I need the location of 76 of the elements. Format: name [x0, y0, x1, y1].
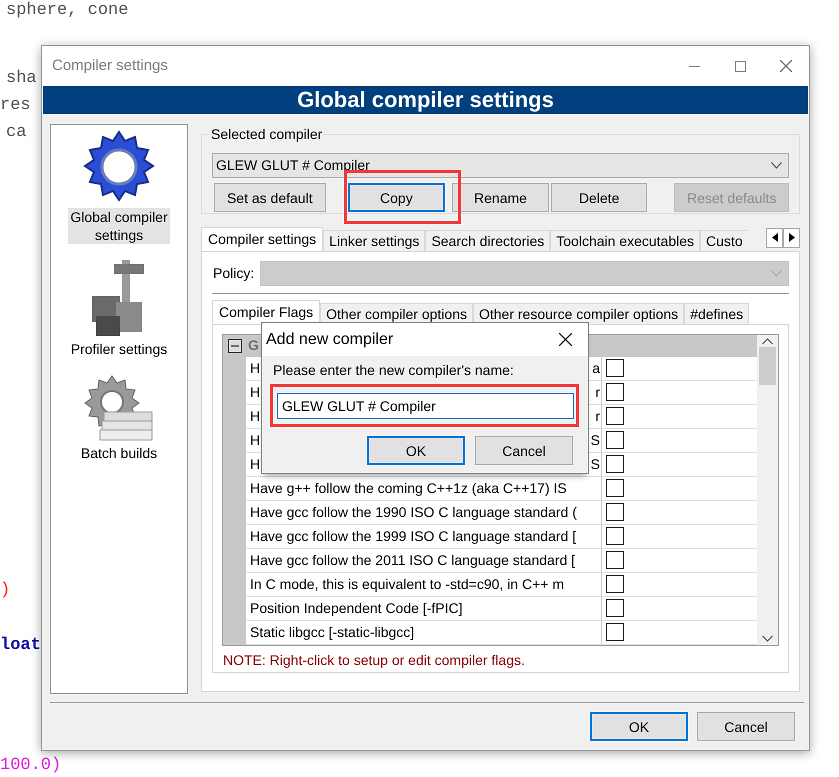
checkbox[interactable] — [606, 575, 624, 594]
chevron-icon — [771, 270, 782, 278]
flag-text: S — [590, 454, 600, 474]
dialog-button[interactable]: Cancel — [475, 436, 573, 465]
checkbox[interactable] — [606, 623, 624, 642]
checkbox[interactable] — [606, 383, 624, 402]
group-name: G — [248, 336, 259, 356]
checkbox[interactable] — [606, 599, 624, 618]
tab[interactable]: Compiler Flags — [212, 300, 320, 324]
flag-text: r — [595, 382, 600, 402]
code-text: sphere, cone — [6, 0, 128, 22]
flag-text: Have gcc follow the 1990 ISO C language standard ( — [250, 502, 577, 522]
close-icon[interactable] — [558, 333, 572, 346]
toolbar-button[interactable]: Set as default — [214, 183, 326, 212]
tab[interactable]: Other resource compiler options — [472, 302, 684, 324]
code-text: 100.0) — [0, 755, 62, 777]
checkbox[interactable] — [606, 527, 624, 546]
code-text: ca — [6, 122, 26, 144]
name-field[interactable]: GLEW GLUT # Compiler — [277, 393, 574, 419]
flag-text: Have gcc follow the 2011 ISO C language standard [ — [250, 550, 576, 570]
flag-text: r — [595, 406, 600, 426]
note-text: NOTE: Right-click to setup or edit compiler flags. — [222, 650, 526, 669]
prompt-text: Please enter the new compiler's name: — [272, 361, 515, 380]
maximize-icon[interactable] — [734, 60, 746, 72]
flag-text: H — [250, 454, 260, 474]
compiler-dropdown[interactable]: GLEW GLUT # Compiler — [212, 153, 789, 178]
dialog-button[interactable]: Cancel — [697, 712, 795, 741]
toolbar-button[interactable]: Copy — [348, 183, 446, 212]
dialog-title: Add new compiler — [266, 330, 394, 350]
flag-text: H — [250, 382, 260, 402]
flag-text: H — [250, 406, 260, 426]
checkbox[interactable] — [606, 431, 624, 450]
checkbox[interactable] — [606, 407, 624, 426]
sidebar-item[interactable]: Batch builds — [59, 372, 179, 462]
tab[interactable]: Compiler settings — [201, 226, 324, 251]
collapse-icon[interactable] — [228, 338, 242, 353]
tab[interactable]: Other compiler options — [320, 302, 473, 324]
flag-text: S — [590, 430, 600, 450]
checkbox[interactable] — [606, 503, 624, 522]
flag-text: H — [250, 430, 260, 450]
flag-text: Have g++ follow the coming C++1z (aka C++17) IS — [250, 478, 567, 498]
code-text: res — [0, 95, 31, 117]
checkbox[interactable] — [606, 455, 624, 474]
flag-text: In C mode, this is equivalent to -std=c90, in C++ m — [250, 574, 564, 594]
tab[interactable]: #defines — [684, 302, 750, 324]
dialog-button[interactable]: OK — [367, 436, 465, 465]
checkbox[interactable] — [606, 551, 624, 570]
code-text: ) — [0, 580, 10, 602]
code-text: loat — [0, 635, 41, 657]
window-title: Compiler settings — [52, 56, 169, 76]
flag-text: H — [250, 358, 260, 378]
chevron-icon — [771, 162, 782, 169]
dialog-button[interactable]: OK — [590, 712, 688, 741]
sidebar-item[interactable]: Global compiler settings — [59, 128, 179, 244]
flag-text: a — [592, 358, 600, 378]
flag-text: Have gcc follow the 1999 ISO C language standard [ — [250, 526, 576, 546]
scroll-right-button[interactable] — [783, 228, 800, 248]
tab[interactable]: Linker settings — [323, 230, 426, 251]
right-arrow-icon — [788, 233, 794, 242]
tab[interactable]: Search directories — [425, 230, 550, 251]
tab[interactable]: Custo — [700, 230, 748, 251]
checkbox[interactable] — [606, 479, 624, 498]
sidebar-item[interactable]: Profiler settings — [59, 258, 179, 358]
toolbar-button[interactable]: Rename — [452, 183, 549, 212]
left-arrow-icon — [772, 233, 778, 242]
scroll-left-button[interactable] — [766, 228, 783, 248]
field-label: Policy: — [213, 264, 254, 284]
code-text: sha — [6, 68, 37, 90]
tab[interactable]: Toolchain executables — [550, 230, 700, 251]
toolbar-button[interactable]: Delete — [550, 183, 648, 212]
checkbox[interactable] — [606, 359, 624, 378]
scrollbar[interactable] — [757, 334, 778, 645]
flag-text: Static libgcc [-static-libgcc] — [250, 622, 414, 642]
flag-text: Position Independent Code [-fPIC] — [250, 598, 462, 618]
scroll-thumb[interactable] — [759, 346, 776, 385]
banner-title: Global compiler settings — [43, 86, 808, 114]
